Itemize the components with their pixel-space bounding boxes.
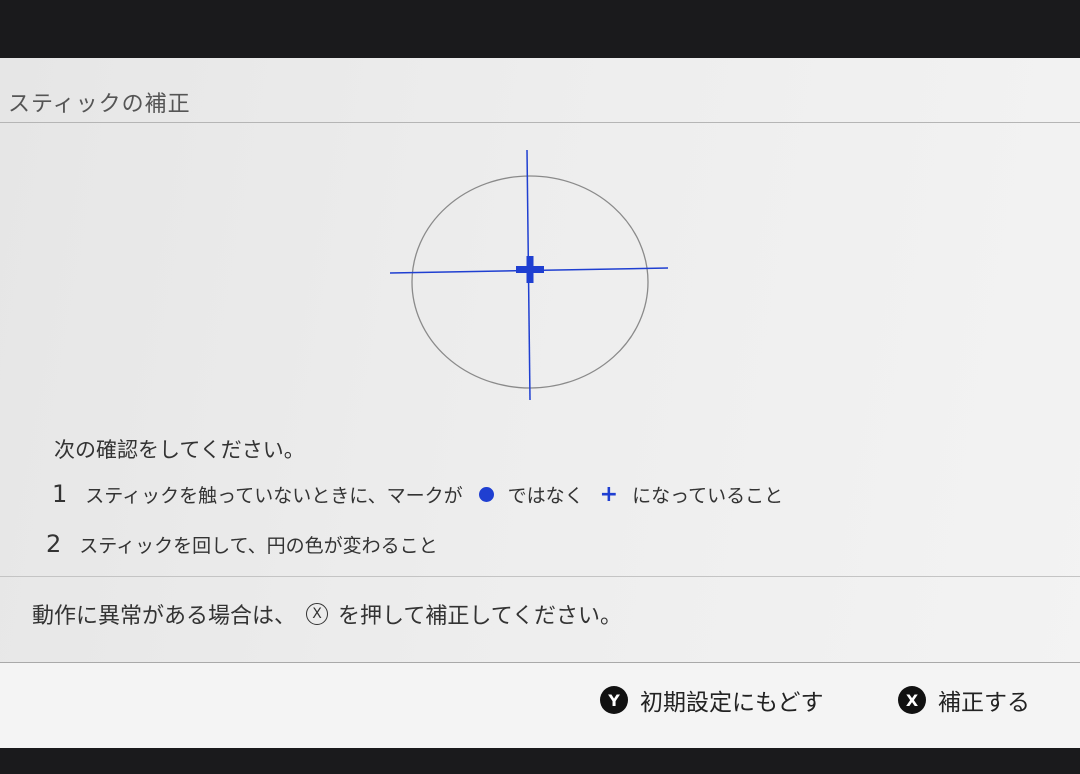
- calibrate-button[interactable]: X 補正する: [898, 683, 1030, 717]
- plus-icon: [516, 256, 544, 283]
- step-number: 2: [46, 530, 62, 558]
- notice-text: 動作に異常がある場合は、: [32, 604, 297, 629]
- step-text: スティックを触っていないときに、マークが: [85, 484, 463, 507]
- stick-visualizer: [389, 150, 669, 401]
- step-text: になっていること: [632, 484, 784, 507]
- step-1: 1 スティックを触っていないときに、マークが ではなく + になっていること: [52, 480, 783, 508]
- header: スティックの補正: [0, 58, 1080, 123]
- step-number: 1: [52, 480, 68, 508]
- x-button-icon: X: [306, 603, 329, 625]
- reset-defaults-button[interactable]: Y 初期設定にもどす: [600, 683, 824, 717]
- reset-defaults-label: 初期設定にもどす: [640, 690, 824, 716]
- blue-dot-icon: [478, 486, 494, 502]
- footer: Y 初期設定にもどす X 補正する: [0, 662, 1080, 749]
- step-2: 2 スティックを回して、円の色が変わること: [46, 530, 438, 558]
- plus-icon: +: [599, 481, 619, 507]
- x-button-icon: X: [898, 686, 926, 714]
- calibrate-label: 補正する: [938, 690, 1030, 716]
- y-button-icon: Y: [600, 686, 628, 714]
- notice-text: を押して補正してください。: [338, 604, 623, 629]
- screen-bezel: [0, 748, 1080, 774]
- step-text: スティックを回して、円の色が変わること: [79, 534, 438, 557]
- step-text: ではなく: [507, 484, 584, 507]
- divider: [0, 576, 1080, 577]
- page-title: スティックの補正: [8, 92, 191, 117]
- calibration-screen: スティックの補正 次の確認をしてください。 1 スティックを触っていないときに、…: [0, 58, 1080, 749]
- instructions-lead: 次の確認をしてください。: [54, 438, 305, 462]
- notice: 動作に異常がある場合は、 X を押して補正してください。: [32, 598, 622, 630]
